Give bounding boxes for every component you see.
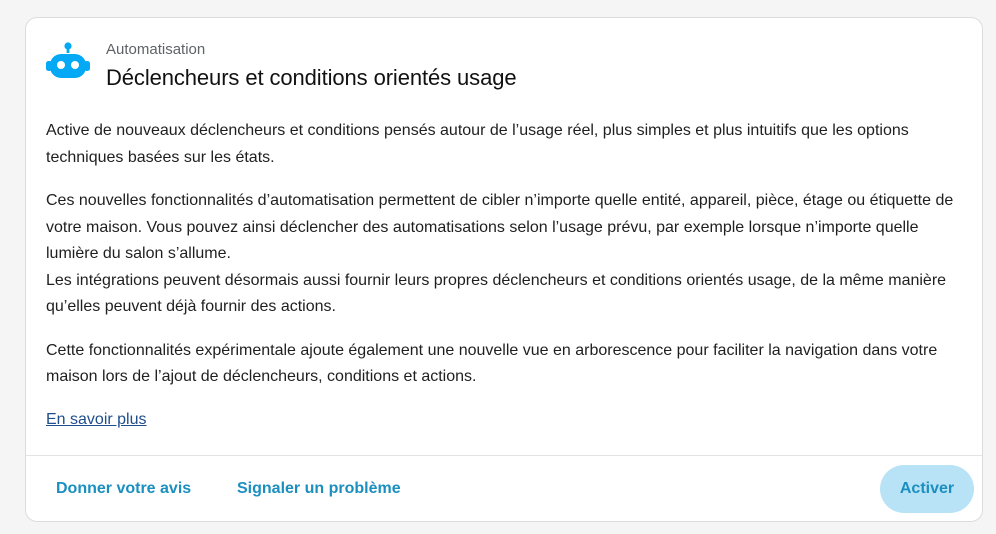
activate-button[interactable]: Activer — [880, 465, 974, 513]
card-content: Active de nouveaux déclencheurs et condi… — [46, 118, 966, 432]
card-header: Automatisation Déclencheurs et condition… — [26, 18, 982, 108]
card-actions: Donner votre avis Signaler un problème A… — [26, 456, 982, 521]
feature-card: Automatisation Déclencheurs et condition… — [25, 17, 983, 522]
report-issue-button[interactable]: Signaler un problème — [225, 469, 413, 509]
description-paragraph: Cette fonctionnalités expérimentale ajou… — [46, 341, 938, 386]
feedback-button[interactable]: Donner votre avis — [44, 469, 203, 509]
card-subtitle: Automatisation — [106, 41, 206, 58]
learn-more-link[interactable]: En savoir plus — [46, 408, 147, 432]
description-paragraph: Active de nouveaux déclencheurs et condi… — [46, 122, 909, 166]
card-title: Déclencheurs et conditions orientés usag… — [106, 65, 517, 90]
description-paragraph: Ces nouvelles fonctionnalités d’automati… — [46, 192, 954, 262]
description-paragraph: Les intégrations peuvent désormais aussi… — [46, 271, 947, 316]
robot-icon — [44, 42, 92, 82]
header-text: Automatisation Déclencheurs et condition… — [106, 40, 517, 92]
